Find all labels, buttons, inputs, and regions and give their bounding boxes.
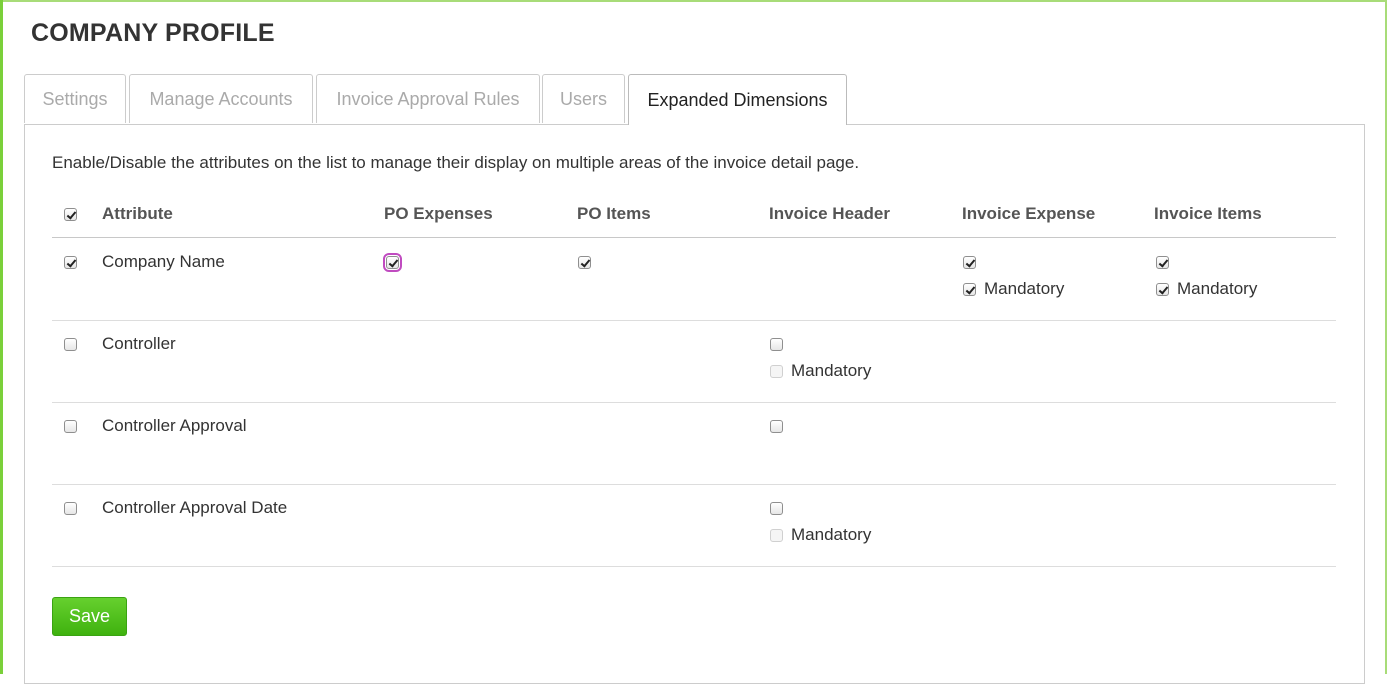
invoice-items-mandatory-checkbox[interactable] (1156, 283, 1169, 296)
invoice-expense-checkbox[interactable] (963, 256, 976, 269)
save-button[interactable]: Save (52, 597, 127, 636)
invoice-items-checkbox[interactable] (1156, 256, 1169, 269)
row-divider (52, 566, 1336, 567)
mandatory-label: Mandatory (984, 279, 1065, 298)
invoice-header-mandatory-checkbox (770, 365, 783, 378)
row-enable-checkbox[interactable] (64, 502, 77, 515)
column-header-invoice-expense: Invoice Expense (962, 204, 1096, 223)
mandatory-label: Mandatory (791, 361, 872, 380)
column-header-po-expenses: PO Expenses (384, 204, 493, 223)
tab-expanded-dimensions[interactable]: Expanded Dimensions (628, 74, 847, 125)
column-header-invoice-header: Invoice Header (769, 204, 890, 223)
column-header-invoice-items: Invoice Items (1154, 204, 1262, 223)
attribute-name: Controller (102, 334, 176, 353)
page-title: COMPANY PROFILE (31, 19, 275, 47)
row-divider (52, 484, 1336, 485)
attribute-name: Company Name (102, 252, 225, 271)
attribute-name: Controller Approval Date (102, 498, 288, 517)
invoice-header-checkbox[interactable] (770, 502, 783, 515)
po-expenses-checkbox[interactable] (383, 253, 402, 272)
attribute-name: Controller Approval (102, 416, 247, 435)
row-divider (52, 402, 1336, 403)
tab-manage-accounts[interactable]: Manage Accounts (129, 74, 313, 123)
invoice-header-checkbox[interactable] (770, 420, 783, 433)
window-left-border (0, 0, 3, 674)
select-all-checkbox[interactable] (64, 208, 77, 221)
mandatory-label: Mandatory (1177, 279, 1258, 298)
invoice-header-mandatory-checkbox (770, 529, 783, 542)
invoice-header-checkbox[interactable] (770, 338, 783, 351)
tab-users[interactable]: Users (542, 74, 625, 123)
column-header-po-items: PO Items (577, 204, 651, 223)
row-divider (52, 320, 1336, 321)
row-enable-checkbox[interactable] (64, 338, 77, 351)
column-header-attribute: Attribute (102, 204, 173, 223)
invoice-expense-mandatory-checkbox[interactable] (963, 283, 976, 296)
tab-settings[interactable]: Settings (24, 74, 126, 123)
row-enable-checkbox[interactable] (64, 420, 77, 433)
header-divider (52, 237, 1336, 238)
panel-intro-text: Enable/Disable the attributes on the lis… (52, 153, 860, 172)
row-enable-checkbox[interactable] (64, 256, 77, 269)
po-items-checkbox[interactable] (578, 256, 591, 269)
tab-invoice-approval-rules[interactable]: Invoice Approval Rules (316, 74, 540, 123)
window-top-border (0, 0, 1387, 2)
mandatory-label: Mandatory (791, 525, 872, 544)
